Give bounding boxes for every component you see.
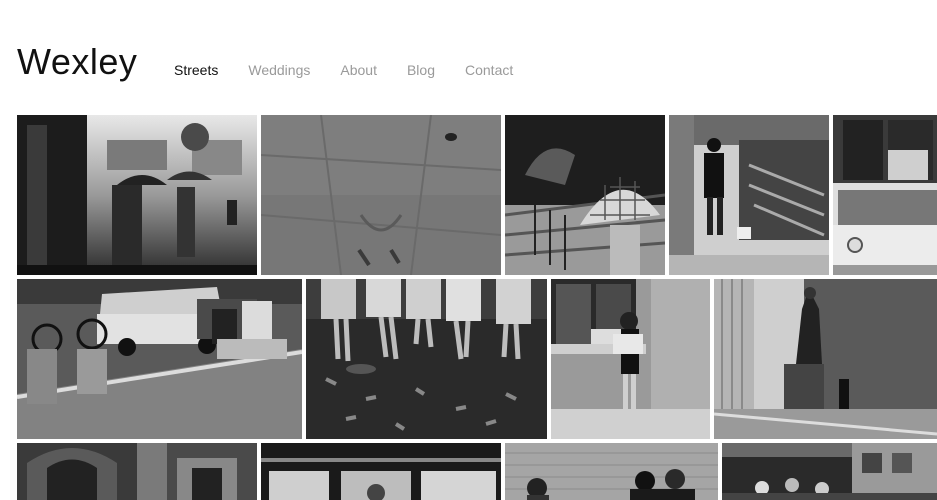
photo-vintage-car-facade[interactable] (833, 115, 937, 275)
photo-checkered-umbrella-stairs[interactable] (505, 115, 665, 275)
site-header: Wexley Streets Weddings About Blog Conta… (0, 0, 937, 115)
photo-statue-column-building[interactable] (714, 279, 937, 439)
site-logo[interactable]: Wexley (17, 40, 137, 84)
photo-woman-with-dog-bookstall[interactable] (669, 115, 829, 275)
photo-old-building-arches[interactable] (17, 443, 257, 500)
photo-people-brick-wall[interactable] (505, 443, 718, 500)
photo-train-windows-passengers[interactable] (261, 443, 501, 500)
nav-item-blog[interactable]: Blog (407, 61, 435, 79)
main-nav: Streets Weddings About Blog Contact (174, 61, 513, 79)
photo-rainy-street-umbrellas[interactable] (17, 115, 257, 275)
nav-item-weddings[interactable]: Weddings (248, 61, 310, 79)
photo-pavement-texture[interactable] (261, 115, 501, 275)
nav-item-streets[interactable]: Streets (174, 61, 218, 79)
photo-girl-holding-baby-window[interactable] (551, 279, 710, 439)
nav-item-about[interactable]: About (340, 61, 377, 79)
photo-dancers-legs-leaves[interactable] (306, 279, 547, 439)
nav-item-contact[interactable]: Contact (465, 61, 513, 79)
photo-men-on-curb-with-bike[interactable] (17, 279, 302, 439)
photo-street-crowd-market[interactable] (722, 443, 937, 500)
